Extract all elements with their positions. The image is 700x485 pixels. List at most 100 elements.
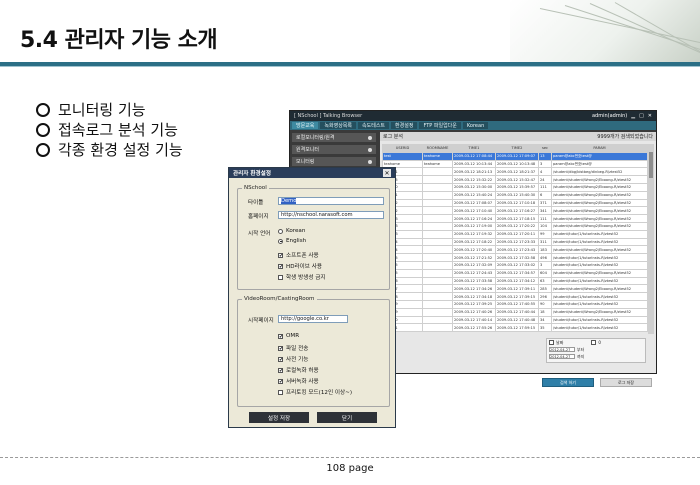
language-option[interactable]: Korean bbox=[278, 228, 305, 234]
table-cell bbox=[422, 182, 453, 192]
table-row[interactable]: teahome teahome 2009-03-12 10:13:44 2009-03… bbox=[382, 159, 648, 169]
minimize-icon[interactable]: ▁ bbox=[631, 113, 635, 119]
column-header[interactable]: USERID bbox=[382, 144, 423, 153]
table-cell: /student/tutor/1/tutorInsts-R/ztest52 bbox=[551, 292, 648, 301]
table-row[interactable]: 0904152009-03-12 15:32:222009-03-12 15:3… bbox=[382, 175, 648, 184]
radio-icon[interactable] bbox=[278, 238, 283, 244]
sidebar-item[interactable]: 모니터링 bbox=[292, 157, 376, 166]
close-button[interactable]: 닫기 bbox=[317, 412, 377, 423]
table-row[interactable]: 0904302009-03-12 17:40:142009-03-12 17:4… bbox=[382, 315, 648, 325]
table-row[interactable]: 0904222009-03-12 17:10:402009-03-12 17:1… bbox=[382, 206, 648, 216]
table-row[interactable]: 0904272009-03-12 17:34:262009-03-12 17:3… bbox=[382, 284, 648, 294]
table-row[interactable]: 0904232009-03-12 17:16:242009-03-12 17:1… bbox=[382, 214, 648, 223]
log-scrollbar[interactable] bbox=[648, 144, 654, 334]
checkbox[interactable] bbox=[278, 389, 283, 395]
checkbox-label: 파일 전송 bbox=[286, 346, 309, 352]
option-checkbox-row[interactable]: ✔ 로컬녹화 허용 bbox=[278, 366, 319, 374]
table-row[interactable]: 0904212009-03-12 15:40:242009-03-12 15:4… bbox=[382, 190, 648, 200]
dialog-close-icon[interactable]: ✕ bbox=[383, 169, 391, 177]
option-checkbox-row[interactable]: ✔ 사전 기능 bbox=[278, 355, 308, 363]
table-row[interactable]: 0904112009-03-12 18:21:132009-03-12 18:2… bbox=[382, 167, 648, 177]
search-button[interactable]: 검색 하기 bbox=[542, 378, 594, 387]
table-row[interactable]: 0904252009-03-12 17:24:432009-03-12 17:3… bbox=[382, 268, 648, 278]
user-label: admin(admin) bbox=[591, 113, 628, 119]
homepage-input[interactable]: http://nschool.narasoft.com bbox=[278, 211, 384, 219]
table-row[interactable]: 0904292009-03-12 17:39:252009-03-12 17:4… bbox=[382, 299, 648, 309]
radio-icon[interactable] bbox=[278, 228, 283, 234]
nav-ftp[interactable]: FTP 파일업다운 bbox=[419, 122, 461, 129]
circle-bullet-icon bbox=[36, 143, 50, 157]
sidebar-item[interactable]: 원격모니터 bbox=[292, 145, 376, 154]
table-cell bbox=[422, 237, 453, 247]
table-row[interactable]: 0904242009-03-12 17:18:222009-03-12 17:2… bbox=[382, 237, 648, 247]
table-row[interactable]: 0904312009-03-12 17:55:262009-03-12 17:5… bbox=[382, 323, 648, 333]
checkbox[interactable]: ✔ bbox=[278, 333, 283, 339]
date-from-input[interactable]: 2012-04-27 bbox=[549, 347, 575, 352]
videoroom-group: VideoRoom/CastingRoom 시작페이지 http://googl… bbox=[237, 296, 390, 407]
option-checkbox-row[interactable]: ✔ 서버녹화 사용 bbox=[278, 377, 319, 385]
table-cell: /student/tutor/1/tutorInsts-R/ztest52 bbox=[551, 323, 648, 333]
header-rule-thin bbox=[0, 66, 700, 67]
option-checkbox-row[interactable]: ✔ OMR bbox=[278, 333, 299, 339]
table-cell bbox=[422, 214, 453, 223]
scrollbar-thumb[interactable] bbox=[649, 152, 653, 178]
nav-settings[interactable]: 환경설정 bbox=[391, 122, 418, 129]
nav-language[interactable]: Korean bbox=[462, 122, 489, 129]
checkbox[interactable] bbox=[278, 274, 283, 280]
table-row[interactable]: 0904292009-03-12 17:40:262009-03-12 17:4… bbox=[382, 307, 648, 317]
table-row[interactable]: 0904282009-03-12 17:34:182009-03-12 17:3… bbox=[382, 292, 648, 301]
checkbox[interactable]: ✔ bbox=[278, 378, 283, 384]
start-language-label: 시작 언어 bbox=[248, 231, 271, 237]
table-cell bbox=[422, 323, 453, 333]
table-cell: /student/dbg/bistbeg/dinbeg-R/ztest52 bbox=[551, 167, 648, 177]
start-page-input[interactable]: http://google.co.kr bbox=[278, 315, 348, 323]
feature-label: 접속로그 분석 기능 bbox=[58, 121, 178, 139]
checkbox[interactable]: ✔ bbox=[278, 367, 283, 373]
table-row[interactable]: 0904262009-03-12 17:33:582009-03-12 17:3… bbox=[382, 276, 648, 286]
column-header[interactable]: TIME1 bbox=[452, 144, 496, 153]
nav-speed-test[interactable]: 속도테스트 bbox=[358, 122, 390, 129]
sidebar-item-label: 모니터링 bbox=[296, 159, 315, 165]
option-checkbox-row[interactable]: ✔ HD라이브 사용 bbox=[278, 262, 322, 270]
date-to-input[interactable]: 2012-04-27 bbox=[549, 354, 575, 359]
option-checkbox-row[interactable]: ✔ 소프트폰 사용 bbox=[278, 251, 319, 259]
checkbox[interactable]: ✔ bbox=[278, 263, 283, 269]
table-row[interactable]: 0904222009-03-12 17:08:072009-03-12 17:1… bbox=[382, 198, 648, 208]
table-row[interactable]: 0904202009-03-12 15:30:002009-03-12 15:3… bbox=[382, 182, 648, 192]
table-cell: 2009-03-12 18:21:13 bbox=[452, 167, 496, 177]
checkbox[interactable]: ✔ bbox=[278, 356, 283, 362]
table-cell bbox=[422, 268, 453, 278]
language-option[interactable]: English bbox=[278, 238, 306, 244]
language-option-label: Korean bbox=[286, 228, 306, 234]
save-settings-button[interactable]: 설정 저장 bbox=[249, 412, 309, 423]
table-cell: 2009-03-12 17:19:00 bbox=[452, 221, 496, 231]
column-header[interactable]: sec bbox=[538, 144, 552, 153]
nav-recordings[interactable]: 녹화영상목록 bbox=[320, 122, 357, 129]
title-input[interactable]: Demo bbox=[278, 197, 384, 205]
option-checkbox-row[interactable]: 학생 방생성 금지 bbox=[278, 273, 326, 281]
checkbox[interactable]: ✔ bbox=[278, 252, 283, 258]
table-row[interactable]: 0904252009-03-12 17:32:092009-03-12 17:3… bbox=[382, 260, 648, 270]
option-checkbox-row[interactable]: ✔ 파일 전송 bbox=[278, 344, 308, 352]
checkbox-label: 소프트폰 사용 bbox=[286, 253, 319, 259]
table-row[interactable]: 0904232009-03-12 17:19:002009-03-12 17:2… bbox=[382, 221, 648, 231]
table-cell bbox=[422, 167, 453, 177]
column-header[interactable]: TIME2 bbox=[495, 144, 539, 153]
table-row[interactable]: 0904242009-03-12 17:20:402009-03-12 17:2… bbox=[382, 245, 648, 255]
table-row[interactable]: 0904252009-03-12 17:21:522009-03-12 17:3… bbox=[382, 253, 648, 262]
column-header[interactable]: PARAM bbox=[551, 144, 648, 153]
save-log-button[interactable]: 로그 저장 bbox=[600, 378, 652, 387]
table-row[interactable]: 0904232009-03-12 17:19:322009-03-12 17:2… bbox=[382, 229, 648, 239]
table-cell: 2009-03-12 17:39:25 bbox=[452, 299, 496, 309]
id-filter-checkbox[interactable] bbox=[591, 340, 597, 345]
column-header[interactable]: ROOMNAME bbox=[422, 144, 453, 153]
table-row[interactable]: test teahome 2009-03-12 17:08:44 2009-03-12… bbox=[382, 151, 648, 161]
maximize-icon[interactable]: □ bbox=[639, 113, 644, 119]
nav-visit[interactable]: 방문교육 bbox=[292, 122, 319, 129]
checkbox[interactable]: ✔ bbox=[278, 345, 283, 351]
option-checkbox-row[interactable]: 프리토킹 모드(12인 이상~) bbox=[278, 388, 352, 396]
date-filter-checkbox[interactable] bbox=[549, 340, 554, 345]
sidebar-item[interactable]: 로컬모니터링/원격 bbox=[292, 133, 376, 142]
close-icon[interactable]: ✕ bbox=[648, 113, 652, 119]
header-decoration bbox=[510, 0, 700, 62]
